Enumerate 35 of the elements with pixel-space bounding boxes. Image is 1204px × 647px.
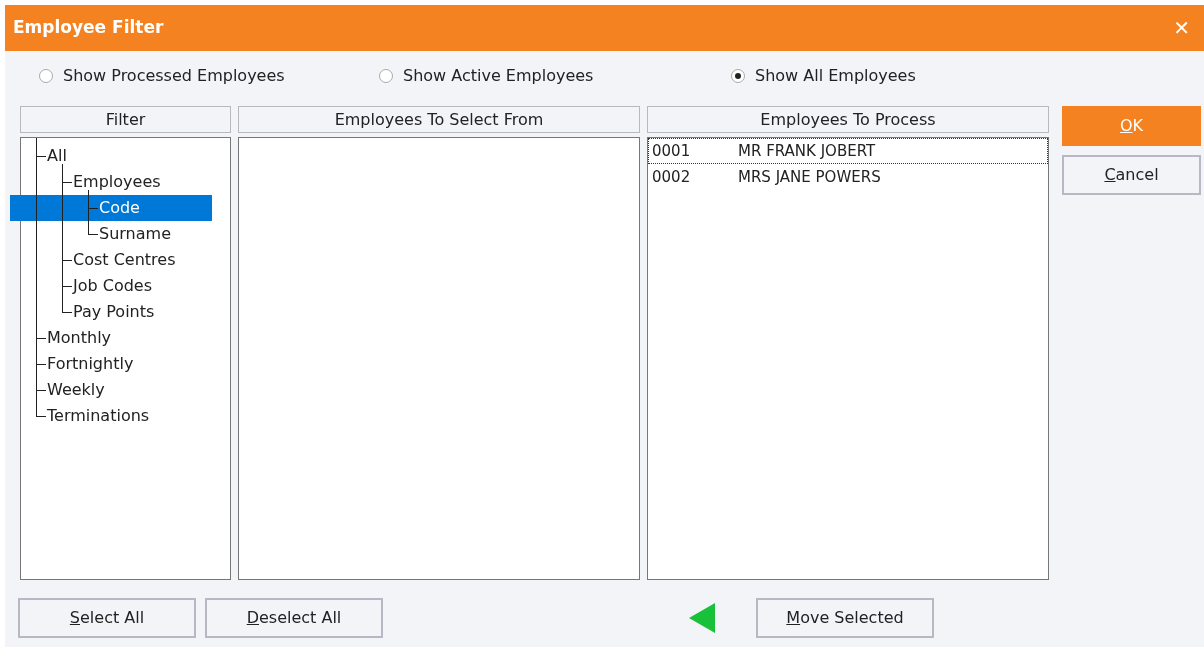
tree-item[interactable]: Terminations xyxy=(36,403,230,429)
radio-label: Show Processed Employees xyxy=(63,65,285,87)
radio-button[interactable] xyxy=(731,69,745,83)
tree-item[interactable]: Surname xyxy=(88,221,230,247)
radio-option[interactable]: Show Active Employees xyxy=(379,64,731,88)
column-header: Employees To Select From xyxy=(238,106,640,133)
employee-code: 0002 xyxy=(652,166,692,188)
tree-item[interactable]: Cost Centres xyxy=(62,247,230,273)
employee-name: MR FRANK JOBERT xyxy=(738,140,876,162)
column-header: Filter xyxy=(20,106,231,133)
tree-item[interactable]: Weekly xyxy=(36,377,230,403)
tree-item[interactable]: All xyxy=(36,143,230,169)
column-header: Employees To Process xyxy=(647,106,1049,133)
radio-label: Show Active Employees xyxy=(403,65,594,87)
radio-button[interactable] xyxy=(39,69,53,83)
list-row[interactable]: 0001 MR FRANK JOBERT xyxy=(648,138,1048,164)
radio-option[interactable]: Show All Employees xyxy=(731,64,916,88)
deselect-all-button[interactable]: Deselect All xyxy=(205,598,383,638)
employee-name: MRS JANE POWERS xyxy=(738,166,881,188)
radio-button[interactable] xyxy=(379,69,393,83)
move-selected-button[interactable]: Move Selected xyxy=(756,598,934,638)
cancel-button[interactable]: Cancel xyxy=(1062,155,1201,195)
tree-item[interactable]: Job Codes xyxy=(62,273,230,299)
left-arrow-icon xyxy=(689,603,715,633)
tree-item[interactable]: Fortnightly xyxy=(36,351,230,377)
tree-item[interactable]: Employees xyxy=(62,169,230,195)
list-row[interactable]: 0002 MRS JANE POWERS xyxy=(648,164,1048,190)
select-all-button[interactable]: Select All xyxy=(18,598,196,638)
radio-label: Show All Employees xyxy=(755,65,916,87)
radio-option[interactable]: Show Processed Employees xyxy=(39,64,379,88)
tree-item[interactable]: Code xyxy=(10,195,212,221)
tree-item[interactable]: Pay Points xyxy=(62,299,230,325)
employee-code: 0001 xyxy=(652,140,692,162)
tree-item[interactable]: Monthly xyxy=(36,325,230,351)
window-title: Employee Filter xyxy=(13,16,164,40)
